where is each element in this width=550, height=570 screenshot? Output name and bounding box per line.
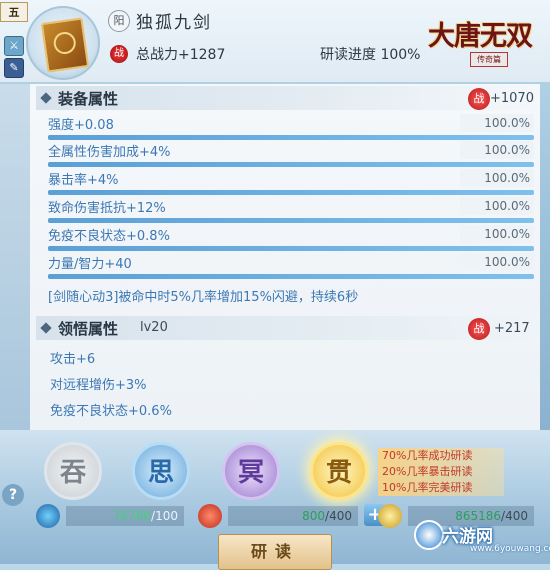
attr-row: 全属性伤害加成+4% 100.0% [48, 141, 534, 161]
game-logo: 大唐无双 传奇篇 [428, 14, 542, 70]
attr-name: 全属性伤害加成+4% [48, 145, 171, 160]
attr-percent: 100.0% [460, 114, 534, 132]
attr-progress-bar [48, 246, 534, 251]
diamond-icon [40, 322, 52, 334]
attr-percent: 100.0% [460, 197, 534, 215]
logo-title: 大唐无双 [428, 21, 533, 52]
comprehension-section-header: 领悟属性 lv20 [36, 316, 540, 340]
meditate-button[interactable]: 冥 [222, 442, 280, 500]
comprehension-level: lv20 [140, 320, 168, 335]
rate-success: 70%几率成功研读 [382, 449, 473, 462]
rate-perfect: 10%几率完美研读 [382, 481, 473, 494]
comprehension-power-icon: 战 [468, 318, 490, 340]
attr-progress-bar [48, 274, 534, 279]
equipment-power: +1070 [490, 91, 534, 106]
panel-side-decoration [0, 84, 30, 430]
attr-name: 强度+0.08 [48, 118, 114, 133]
attr-percent: 100.0% [460, 141, 534, 159]
attr-row: 免疫不良状态+0.8% 100.0% [48, 225, 534, 245]
rate-crit: 20%几率暴击研读 [382, 465, 473, 478]
power-icon: 战 [110, 45, 128, 63]
watermark-url: www.6youwang.com [470, 544, 550, 554]
study-rates: 70%几率成功研读 20%几率暴击研读 10%几率完美研读 [378, 448, 504, 496]
attr-progress-bar [48, 190, 534, 195]
attribute-panel: 装备属性 战 +1070 强度+0.08 100.0% 全属性伤害加成+4% 1… [30, 84, 540, 430]
attr-name: 暴击率+4% [48, 173, 119, 188]
skill-header: 五 ⚔ ✎ 阳 独孤九剑 战 总战力+1287 研读进度 100% 大唐无双 传… [0, 0, 550, 82]
attr-percent: 100.0% [460, 253, 534, 271]
think-button[interactable]: 思 [132, 442, 190, 500]
watermark-logo-icon [414, 520, 444, 550]
study-button[interactable]: 研读 [218, 534, 332, 570]
attr-name: 免疫不良状态+0.8% [48, 229, 170, 244]
quill-tab-icon[interactable]: ✎ [4, 58, 24, 78]
diamond-icon [40, 92, 52, 104]
attr-progress-bar [48, 218, 534, 223]
attr-name: 致命伤害抵抗+12% [48, 201, 166, 216]
attr-row: 致命伤害抵抗+12% 100.0% [48, 197, 534, 217]
emblem-icon [198, 504, 222, 528]
equipment-title: 装备属性 [58, 90, 119, 108]
attr-percent: 100.0% [460, 225, 534, 243]
comprehension-power: +217 [494, 321, 530, 336]
rank-tab: 五 [0, 2, 28, 22]
resource-amount: 800/400 [228, 506, 358, 526]
attr-progress-bar [48, 135, 534, 140]
equipment-section-header: 装备属性 [36, 86, 540, 110]
master-button[interactable]: 贯 [310, 442, 368, 500]
attr-name: 力量/智力+40 [48, 257, 132, 272]
swallow-button[interactable]: 吞 [44, 442, 102, 500]
attr-row: 强度+0.08 100.0% [48, 114, 534, 134]
logo-subtitle: 传奇篇 [470, 52, 508, 67]
attr-progress-bar [48, 162, 534, 167]
attr-row: 力量/智力+40 100.0% [48, 253, 534, 273]
study-progress: 研读进度 100% [320, 47, 421, 63]
skill-name: 独孤九剑 [136, 13, 212, 33]
comprehension-title: 领悟属性 [58, 320, 119, 338]
set-effect-note: [剑随心动3]被命中时5%几率增加15%闪避，持续6秒 [48, 290, 359, 305]
equipment-power-icon: 战 [468, 88, 490, 110]
skill-book-icon [26, 6, 100, 80]
comprehension-attr: 对远程增伤+3% [50, 378, 147, 393]
yin-yang-badge: 阳 [108, 10, 130, 32]
gourd-icon [36, 504, 60, 528]
comprehension-attr: 攻击+6 [50, 352, 96, 367]
resource-amount: 76780/100 [66, 506, 184, 526]
help-icon[interactable]: ? [2, 484, 24, 506]
total-power: 总战力+1287 [136, 47, 226, 63]
sword-tab-icon[interactable]: ⚔ [4, 36, 24, 56]
comprehension-attr: 免疫不良状态+0.6% [50, 404, 172, 419]
coin-icon [378, 504, 402, 528]
attr-row: 暴击率+4% 100.0% [48, 169, 534, 189]
attr-percent: 100.0% [460, 169, 534, 187]
